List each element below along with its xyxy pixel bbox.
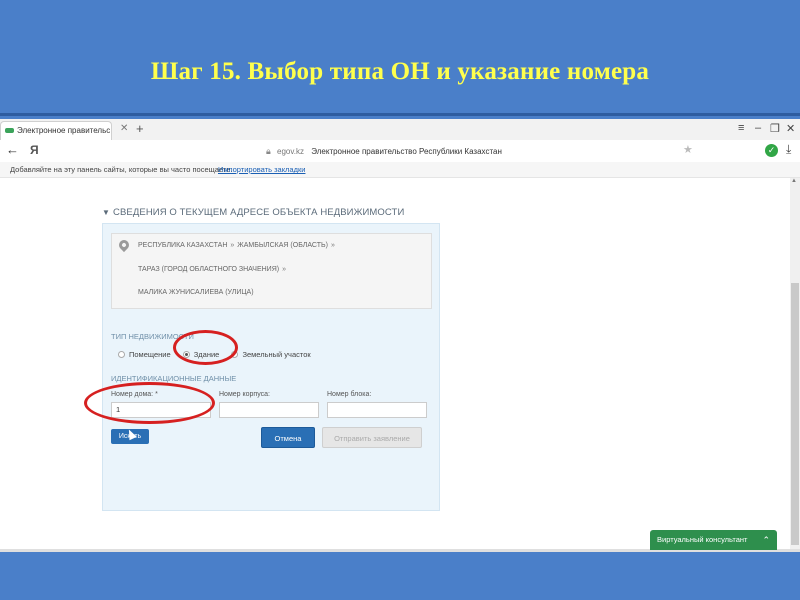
hamburger-menu-icon[interactable]: ≡ bbox=[738, 122, 744, 134]
building-number-label: Номер корпуса: bbox=[219, 391, 270, 398]
url-domain: egov.kz bbox=[277, 147, 305, 156]
ident-data-label: ИДЕНТИФИКАЦИОННЫЕ ДАННЫЕ bbox=[111, 374, 237, 383]
scroll-up-icon[interactable]: ▲ bbox=[791, 178, 797, 184]
browser-tab[interactable]: Электронное правительс bbox=[0, 121, 112, 140]
minimize-icon[interactable]: – bbox=[755, 122, 761, 134]
bookmark-star-icon[interactable]: ★ bbox=[683, 143, 693, 156]
yandex-logo[interactable]: Я bbox=[30, 143, 39, 157]
import-bookmarks-link[interactable]: Импортировать закладки bbox=[218, 162, 305, 177]
url-page-title: Электронное правительство Республики Каз… bbox=[311, 147, 502, 156]
cancel-button[interactable]: Отмена bbox=[261, 427, 315, 448]
address-line-1: РЕСПУБЛИКА КАЗАХСТАН» ЖАМБЫЛСКАЯ (ОБЛАСТЬ… bbox=[138, 242, 335, 249]
block-number-label: Номер блока: bbox=[327, 391, 372, 398]
building-number-input[interactable] bbox=[219, 402, 319, 418]
address-card: РЕСПУБЛИКА КАЗАХСТАН» ЖАМБЫЛСКАЯ (ОБЛАСТЬ… bbox=[111, 233, 432, 309]
house-number-input[interactable]: 1 bbox=[111, 402, 211, 418]
tab-bar: Электронное правительс ✕ + ≡ – ❐ ✕ bbox=[0, 119, 800, 141]
property-type-group: Помещение Здание Земельный участок bbox=[118, 349, 321, 359]
radio-building[interactable]: Здание bbox=[182, 350, 219, 359]
chevron-up-icon: ⌃ bbox=[762, 535, 770, 545]
radio-selected-icon bbox=[182, 351, 190, 359]
url-field[interactable]: 🔒︎ egov.kz Электронное правительство Рес… bbox=[96, 143, 696, 159]
back-arrow-icon[interactable]: ← bbox=[6, 142, 19, 157]
tab-title: Электронное правительс bbox=[17, 126, 111, 135]
address-panel: РЕСПУБЛИКА КАЗАХСТАН» ЖАМБЫЛСКАЯ (ОБЛАСТЬ… bbox=[102, 223, 440, 511]
address-bar: ← Я 🔒︎ egov.kz Электронное правительство… bbox=[0, 140, 800, 163]
radio-circle-icon bbox=[118, 351, 125, 359]
location-pin-icon bbox=[116, 237, 132, 253]
page-content: ▼ СВЕДЕНИЯ О ТЕКУЩЕМ АДРЕСЕ ОБЪЕКТА НЕДВИ… bbox=[0, 178, 790, 552]
collapse-caret-icon: ▼ bbox=[102, 208, 111, 217]
radio-land-plot[interactable]: Земельный участок bbox=[231, 350, 311, 359]
address-line-2: ТАРАЗ (ГОРОД ОБЛАСТНОГО ЗНАЧЕНИЯ)» bbox=[138, 266, 286, 273]
close-window-icon[interactable]: ✕ bbox=[786, 122, 795, 135]
house-number-label: Номер дома: * bbox=[111, 391, 158, 398]
protect-check-icon[interactable]: ✓ bbox=[765, 144, 778, 157]
radio-premises[interactable]: Помещение bbox=[118, 350, 171, 359]
block-number-input[interactable] bbox=[327, 402, 427, 418]
scrollbar[interactable]: ▲ bbox=[790, 178, 800, 552]
new-tab-icon[interactable]: + bbox=[136, 121, 144, 136]
lock-icon: 🔒︎ bbox=[266, 146, 271, 156]
radio-circle-icon bbox=[231, 351, 239, 359]
property-type-label: ТИП НЕДВИЖИМОСТИ bbox=[111, 332, 194, 341]
bookmarks-hint: Добавляйте на эту панель сайты, которые … bbox=[10, 165, 233, 174]
slide-title: Шаг 15. Выбор типа ОН и указание номера bbox=[150, 58, 650, 85]
section-title[interactable]: ▼ СВЕДЕНИЯ О ТЕКУЩЕМ АДРЕСЕ ОБЪЕКТА НЕДВИ… bbox=[102, 207, 404, 218]
scrollbar-thumb[interactable] bbox=[791, 283, 799, 545]
bookmarks-bar: Добавляйте на эту панель сайты, которые … bbox=[0, 162, 800, 178]
virtual-consultant-button[interactable]: Виртуальный консультант ⌃ bbox=[650, 530, 777, 550]
slide-divider bbox=[0, 113, 800, 116]
tab-close-icon[interactable]: ✕ bbox=[120, 123, 128, 134]
maximize-icon[interactable]: ❐ bbox=[770, 122, 780, 135]
submit-application-button[interactable]: Отправить заявление bbox=[322, 427, 422, 448]
downloads-icon[interactable]: ⤓ bbox=[786, 142, 791, 157]
browser-window: Электронное правительс ✕ + ≡ – ❐ ✕ ← Я 🔒… bbox=[0, 119, 800, 552]
egov-favicon-icon bbox=[5, 128, 14, 133]
address-line-3: МАЛИКА ЖУНИСАЛИЕВА (УЛИЦА) bbox=[138, 289, 254, 296]
